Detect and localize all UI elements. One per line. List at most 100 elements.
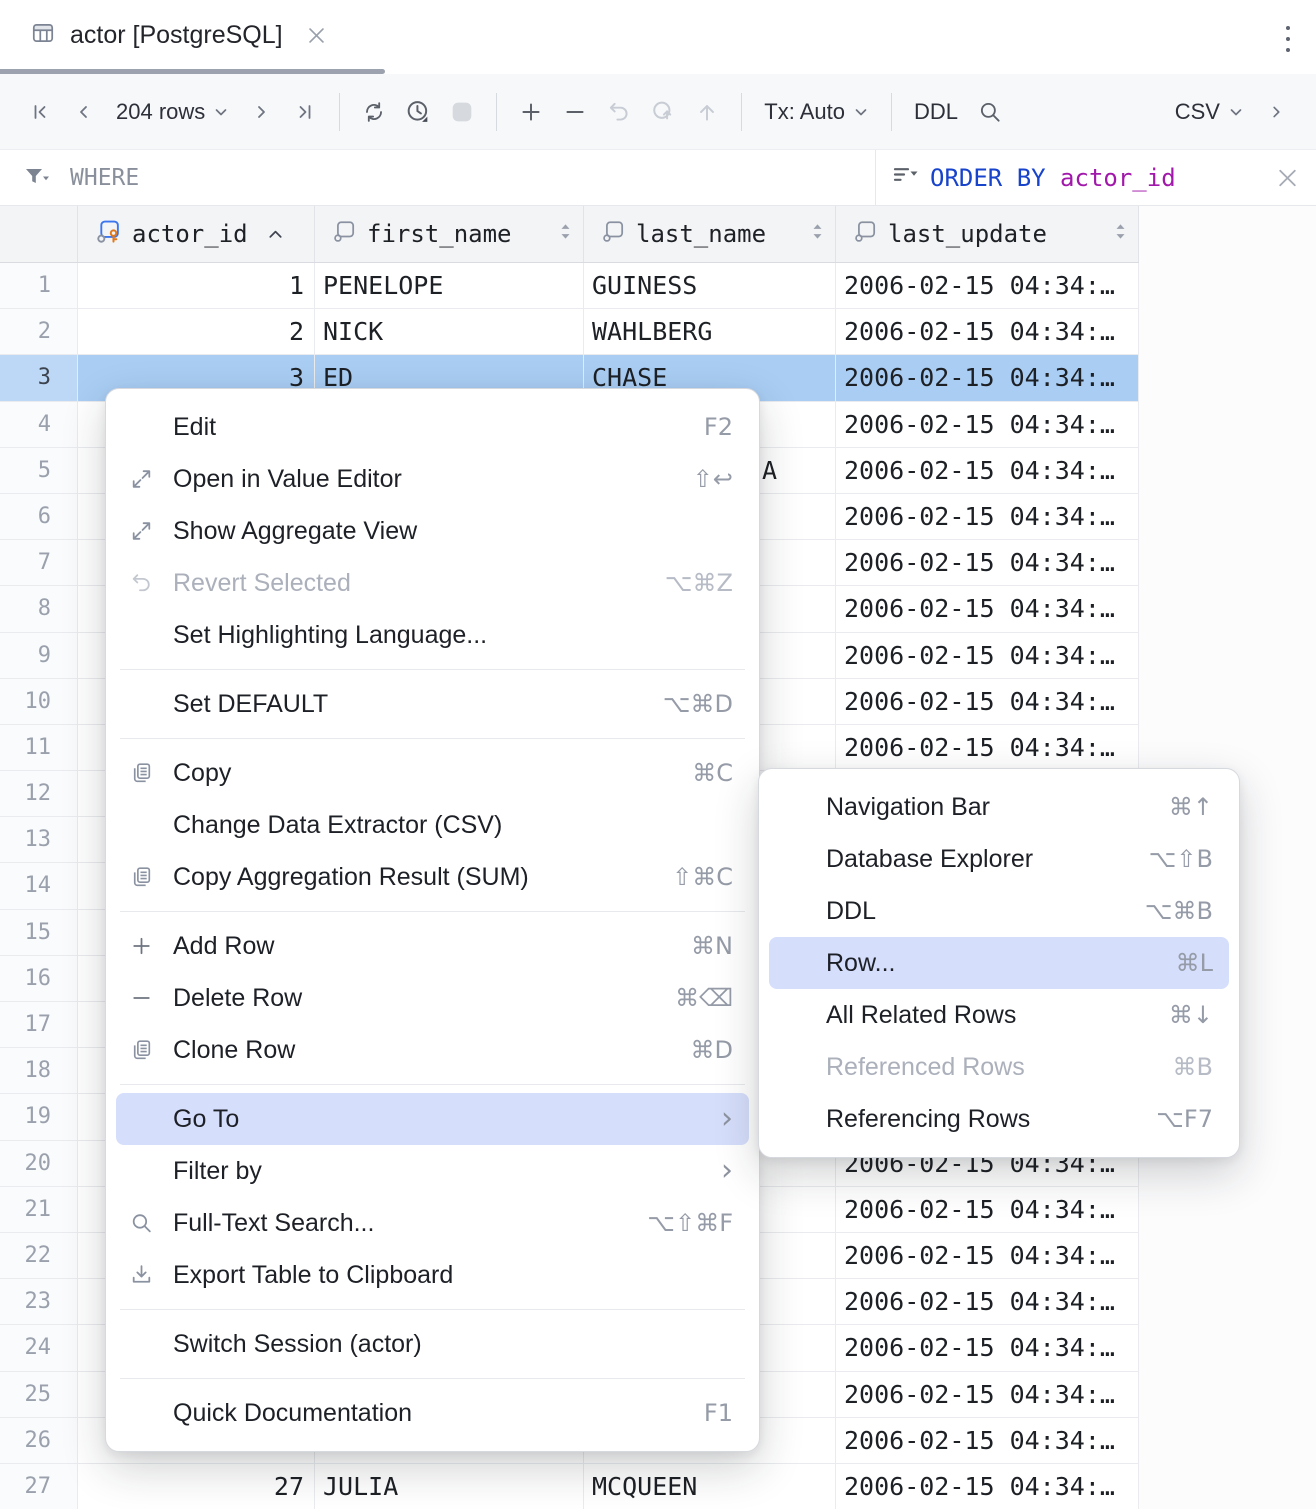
row-number[interactable]: 5	[0, 448, 78, 494]
row-number[interactable]: 7	[0, 540, 78, 586]
row-number[interactable]: 20	[0, 1141, 78, 1187]
cell-last-update[interactable]: 2006-02-15 04:34:…	[836, 1187, 1139, 1233]
next-page-button[interactable]	[239, 90, 283, 134]
menu-item-all-related-rows[interactable]: All Related Rows⌘↓	[769, 989, 1229, 1041]
kebab-menu-icon[interactable]	[1284, 24, 1292, 59]
first-page-button[interactable]	[18, 90, 62, 134]
row-number[interactable]: 9	[0, 633, 78, 679]
row-number[interactable]: 18	[0, 1048, 78, 1094]
tab-actor-postgresql[interactable]: actor [PostgreSQL]	[0, 0, 324, 70]
row-number[interactable]: 22	[0, 1233, 78, 1279]
cell-last-update[interactable]: 2006-02-15 04:34:…	[836, 540, 1139, 586]
menu-item-edit[interactable]: EditF2	[116, 401, 749, 453]
cell-last-name[interactable]: WAHLBERG	[584, 309, 836, 355]
row-number[interactable]: 27	[0, 1464, 78, 1509]
column-header-last-name[interactable]: last_name	[584, 206, 836, 262]
previous-page-button[interactable]	[62, 90, 106, 134]
cell-last-update[interactable]: 2006-02-15 04:34:…	[836, 309, 1139, 355]
close-icon[interactable]	[309, 28, 324, 43]
row-number[interactable]: 17	[0, 1002, 78, 1048]
cell-last-update[interactable]: 2006-02-15 04:34:…	[836, 1418, 1139, 1464]
cell-last-update[interactable]: 2006-02-15 04:34:…	[836, 402, 1139, 448]
menu-item-navigation-bar[interactable]: Navigation Bar⌘↑	[769, 781, 1229, 833]
menu-item-change-data-extractor-csv[interactable]: Change Data Extractor (CSV)	[116, 799, 749, 851]
sort-updown-icon[interactable]	[558, 220, 573, 248]
menu-item-export-table-to-clipboard[interactable]: Export Table to Clipboard	[116, 1249, 749, 1301]
where-filter-input[interactable]: WHERE	[70, 165, 139, 191]
cell-last-update[interactable]: 2006-02-15 04:34:…	[836, 1325, 1139, 1371]
row-number[interactable]: 23	[0, 1279, 78, 1325]
cell-actor-id[interactable]: 1	[78, 263, 315, 309]
cell-last-update[interactable]: 2006-02-15 04:34:…	[836, 679, 1139, 725]
row-number[interactable]: 26	[0, 1418, 78, 1464]
row-number[interactable]: 19	[0, 1094, 78, 1140]
sort-updown-icon[interactable]	[1113, 220, 1128, 248]
query-history-icon[interactable]	[396, 90, 440, 134]
add-row-icon[interactable]	[509, 90, 553, 134]
refresh-icon[interactable]	[352, 90, 396, 134]
cell-last-update[interactable]: 2006-02-15 04:34:…	[836, 1372, 1139, 1418]
cell-last-update[interactable]: 2006-02-15 04:34:…	[836, 494, 1139, 540]
row-number[interactable]: 10	[0, 679, 78, 725]
cell-last-update[interactable]: 2006-02-15 04:34:…	[836, 355, 1139, 401]
cell-last-update[interactable]: 2006-02-15 04:34:…	[836, 263, 1139, 309]
menu-item-row[interactable]: Row...⌘L	[769, 937, 1229, 989]
menu-item-add-row[interactable]: Add Row⌘N	[116, 920, 749, 972]
row-number[interactable]: 15	[0, 910, 78, 956]
menu-item-filter-by[interactable]: Filter by›	[116, 1145, 749, 1197]
tx-mode-dropdown[interactable]: Tx: Auto	[754, 90, 879, 134]
row-number[interactable]: 13	[0, 817, 78, 863]
row-number[interactable]: 16	[0, 956, 78, 1002]
column-header-first-name[interactable]: first_name	[315, 206, 584, 262]
column-header-actor-id[interactable]: actor_id	[78, 206, 315, 262]
cell-last-update[interactable]: 2006-02-15 04:34:…	[836, 586, 1139, 632]
row-number[interactable]: 4	[0, 402, 78, 448]
cell-first-name[interactable]: PENELOPE	[315, 263, 584, 309]
menu-item-quick-documentation[interactable]: Quick DocumentationF1	[116, 1387, 749, 1439]
last-page-button[interactable]	[283, 90, 327, 134]
row-number[interactable]: 24	[0, 1325, 78, 1371]
ddl-button[interactable]: DDL	[904, 99, 968, 125]
row-number[interactable]: 3	[0, 355, 78, 401]
menu-item-clone-row[interactable]: Clone Row⌘D	[116, 1024, 749, 1076]
sort-updown-icon[interactable]	[810, 220, 825, 248]
cell-last-update[interactable]: 2006-02-15 04:34:…	[836, 1233, 1139, 1279]
menu-item-database-explorer[interactable]: Database Explorer⌥⇧B	[769, 833, 1229, 885]
menu-item-full-text-search[interactable]: Full-Text Search...⌥⇧⌘F	[116, 1197, 749, 1249]
menu-item-referencing-rows[interactable]: Referencing Rows⌥F7	[769, 1093, 1229, 1145]
cell-last-update[interactable]: 2006-02-15 04:34:…	[836, 633, 1139, 679]
row-number[interactable]: 11	[0, 725, 78, 771]
row-number[interactable]: 2	[0, 309, 78, 355]
row-number[interactable]: 21	[0, 1187, 78, 1233]
cell-first-name[interactable]: NICK	[315, 309, 584, 355]
filter-funnel-icon[interactable]	[24, 167, 50, 189]
column-header-last-update[interactable]: last_update	[836, 206, 1139, 262]
menu-item-copy[interactable]: Copy⌘C	[116, 747, 749, 799]
order-by-area[interactable]: ORDER BY actor_id	[892, 150, 1176, 205]
cell-actor-id[interactable]: 27	[78, 1464, 315, 1509]
menu-item-open-in-value-editor[interactable]: Open in Value Editor⇧↩	[116, 453, 749, 505]
cell-last-update[interactable]: 2006-02-15 04:34:…	[836, 725, 1139, 771]
cell-last-update[interactable]: 2006-02-15 04:34:…	[836, 1464, 1139, 1509]
cell-first-name[interactable]: JULIA	[315, 1464, 584, 1509]
menu-item-switch-session-actor[interactable]: Switch Session (actor)	[116, 1318, 749, 1370]
search-icon[interactable]	[968, 90, 1012, 134]
cell-last-name[interactable]: MCQUEEN	[584, 1464, 836, 1509]
row-number[interactable]: 8	[0, 586, 78, 632]
row-number[interactable]: 14	[0, 863, 78, 909]
cell-last-name[interactable]: GUINESS	[584, 263, 836, 309]
more-toolbar-chevron-icon[interactable]	[1254, 90, 1298, 134]
row-number[interactable]: 6	[0, 494, 78, 540]
cell-last-update[interactable]: 2006-02-15 04:34:…	[836, 448, 1139, 494]
close-icon[interactable]	[1279, 169, 1296, 186]
order-by-expression[interactable]: ORDER BY actor_id	[930, 164, 1176, 192]
page-size-dropdown[interactable]: 204 rows	[106, 90, 239, 134]
menu-item-set-default[interactable]: Set DEFAULT⌥⌘D	[116, 678, 749, 730]
cell-last-update[interactable]: 2006-02-15 04:34:…	[836, 1279, 1139, 1325]
cell-actor-id[interactable]: 2	[78, 309, 315, 355]
delete-row-icon[interactable]	[553, 90, 597, 134]
extractor-dropdown[interactable]: CSV	[1165, 90, 1254, 134]
menu-item-ddl[interactable]: DDL⌥⌘B	[769, 885, 1229, 937]
row-number[interactable]: 25	[0, 1372, 78, 1418]
menu-item-set-highlighting-language[interactable]: Set Highlighting Language...	[116, 609, 749, 661]
